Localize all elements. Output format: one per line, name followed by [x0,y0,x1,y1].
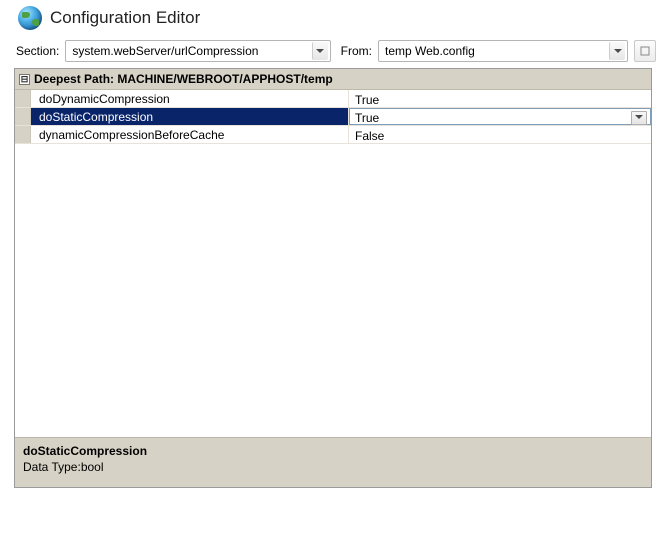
property-row[interactable]: doStaticCompression True [15,108,651,126]
chevron-down-icon[interactable] [631,111,647,125]
chevron-down-icon[interactable] [609,42,625,60]
property-value[interactable]: True [349,90,651,107]
section-label: Section: [16,44,59,58]
from-combo[interactable]: temp Web.config [378,40,628,62]
page-title: Configuration Editor [50,8,200,28]
section-combo-value: system.webServer/urlCompression [72,44,258,58]
section-combo[interactable]: system.webServer/urlCompression [65,40,330,62]
property-row[interactable]: doDynamicCompression True [15,90,651,108]
property-value[interactable]: False [349,126,651,143]
property-name: dynamicCompressionBeforeCache [31,126,349,143]
property-name: doStaticCompression [31,108,349,125]
grid-body: doDynamicCompression True doStaticCompre… [15,90,651,437]
globe-icon [18,6,42,30]
grid-category-header[interactable]: ⊟ Deepest Path: MACHINE/WEBROOT/APPHOST/… [15,69,651,90]
property-row[interactable]: dynamicCompressionBeforeCache False [15,126,651,144]
property-name: doDynamicCompression [31,90,349,107]
collapse-icon[interactable]: ⊟ [19,74,30,85]
property-grid-panel: ⊟ Deepest Path: MACHINE/WEBROOT/APPHOST/… [14,68,652,488]
row-gutter [15,90,31,107]
chevron-down-icon[interactable] [312,42,328,60]
description-title: doStaticCompression [23,444,643,458]
toolbar-button[interactable] [634,40,656,62]
from-combo-value: temp Web.config [385,44,475,58]
description-panel: doStaticCompression Data Type:bool [15,437,651,487]
from-label: From: [341,44,372,58]
description-datatype: Data Type:bool [23,460,643,474]
grid-header-text: Deepest Path: MACHINE/WEBROOT/APPHOST/te… [34,72,333,86]
row-gutter [15,108,31,125]
property-value[interactable]: True [349,108,651,125]
row-gutter [15,126,31,143]
